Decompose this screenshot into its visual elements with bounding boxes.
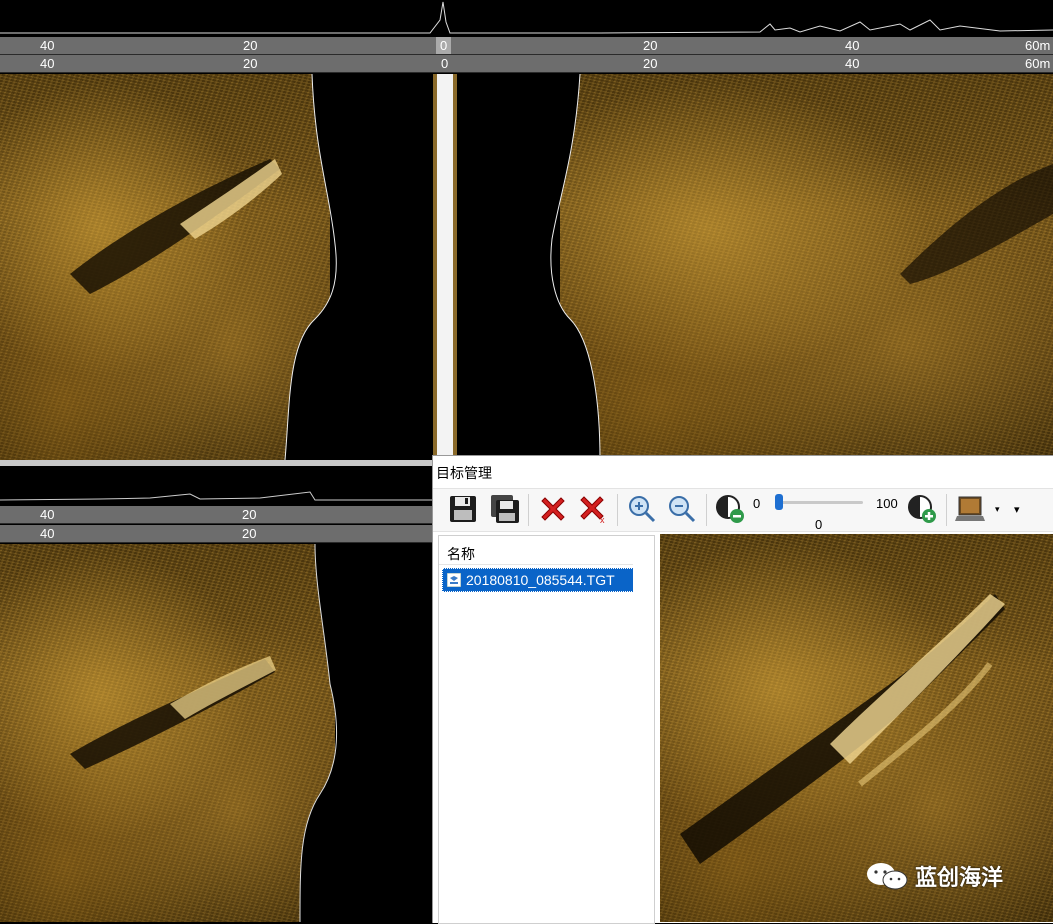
contrast-max-label: 100 xyxy=(876,496,898,511)
contrast-increase-icon xyxy=(908,495,936,523)
ruler-tick: 0 xyxy=(441,56,449,71)
save-all-icon xyxy=(491,495,519,523)
list-header-divider xyxy=(439,564,634,565)
panel-title: 目标管理 xyxy=(436,465,492,481)
zoom-out-icon xyxy=(669,496,696,523)
ruler-tick: 20 xyxy=(643,56,658,71)
target-file-list: 名称 20180810_085544.TGT xyxy=(438,535,655,924)
ruler-tick: 40 xyxy=(40,507,55,522)
list-item[interactable]: 20180810_085544.TGT xyxy=(442,568,636,592)
image-export-icon xyxy=(955,496,985,521)
contrast-slider-thumb[interactable] xyxy=(775,494,783,510)
ruler-tick: 40 xyxy=(845,38,860,53)
contrast-decrease-button[interactable] xyxy=(714,493,746,525)
bottom-sonar-image[interactable] xyxy=(0,544,432,922)
ruler-tick: 40 xyxy=(40,56,55,71)
svg-text:x: x xyxy=(600,515,605,524)
delete-button[interactable] xyxy=(537,493,569,525)
ruler-tick: 20 xyxy=(243,38,258,53)
bottom-range-ruler-1: 40 20 xyxy=(0,506,432,524)
contrast-increase-button[interactable] xyxy=(906,493,938,525)
delete-all-button[interactable]: x xyxy=(577,493,609,525)
ruler-tick: 60m xyxy=(1025,38,1051,53)
list-header-name[interactable]: 名称 xyxy=(447,544,475,564)
image-export-button[interactable] xyxy=(955,493,987,525)
top-range-ruler-2: 40 20 0 20 40 60m xyxy=(0,55,1053,73)
ruler-tick: 20 xyxy=(242,507,257,522)
contrast-value-label: 0 xyxy=(815,517,823,532)
target-file-icon xyxy=(447,573,461,587)
list-item-label: 20180810_085544.TGT xyxy=(466,572,615,588)
bottom-sonar-overlay xyxy=(70,544,432,922)
zoom-out-button[interactable] xyxy=(666,493,698,525)
watermark-text: 蓝创海洋 xyxy=(915,865,1004,890)
top-range-ruler-1: 40 20 0 20 40 60m xyxy=(0,37,1053,55)
top-sonar-image[interactable] xyxy=(0,74,1053,460)
bottom-waterfall-header xyxy=(0,466,432,506)
top-sonar-overlay xyxy=(70,74,1053,460)
save-icon xyxy=(450,496,476,522)
delete-icon xyxy=(541,497,565,521)
ruler-tick: 20 xyxy=(643,38,658,53)
target-preview-image[interactable]: 蓝创海洋 xyxy=(660,534,1053,922)
ruler-tick: 20 xyxy=(243,56,258,71)
watermark: 蓝创海洋 xyxy=(865,860,1003,892)
contrast-slider[interactable] xyxy=(773,493,865,513)
toolbar-overflow-arrow[interactable]: ▾ xyxy=(1014,503,1020,516)
save-button[interactable] xyxy=(447,493,479,525)
ruler-tick: 40 xyxy=(40,526,55,541)
contrast-decrease-icon xyxy=(716,495,744,523)
ruler-tick: 20 xyxy=(242,526,257,541)
zoom-in-button[interactable] xyxy=(626,493,658,525)
ruler-tick: 0 xyxy=(436,37,452,54)
list-scrollbar-gutter xyxy=(633,536,652,921)
contrast-slider-track xyxy=(775,501,863,504)
ruler-tick: 40 xyxy=(40,38,55,53)
bottom-range-ruler-2: 40 20 xyxy=(0,525,432,543)
save-all-button[interactable] xyxy=(489,493,521,525)
wechat-icon xyxy=(867,863,908,890)
ruler-tick: 40 xyxy=(845,56,860,71)
ruler-tick: 60m xyxy=(1025,56,1051,71)
top-signal-trace xyxy=(0,1,1053,34)
bottom-signal-trace xyxy=(0,491,432,501)
delete-all-icon: x xyxy=(580,496,605,524)
zoom-in-icon xyxy=(629,496,656,523)
image-export-dropdown-arrow[interactable]: ▾ xyxy=(995,504,1000,515)
contrast-min-label: 0 xyxy=(753,496,761,511)
top-waterfall-header xyxy=(0,0,1053,37)
